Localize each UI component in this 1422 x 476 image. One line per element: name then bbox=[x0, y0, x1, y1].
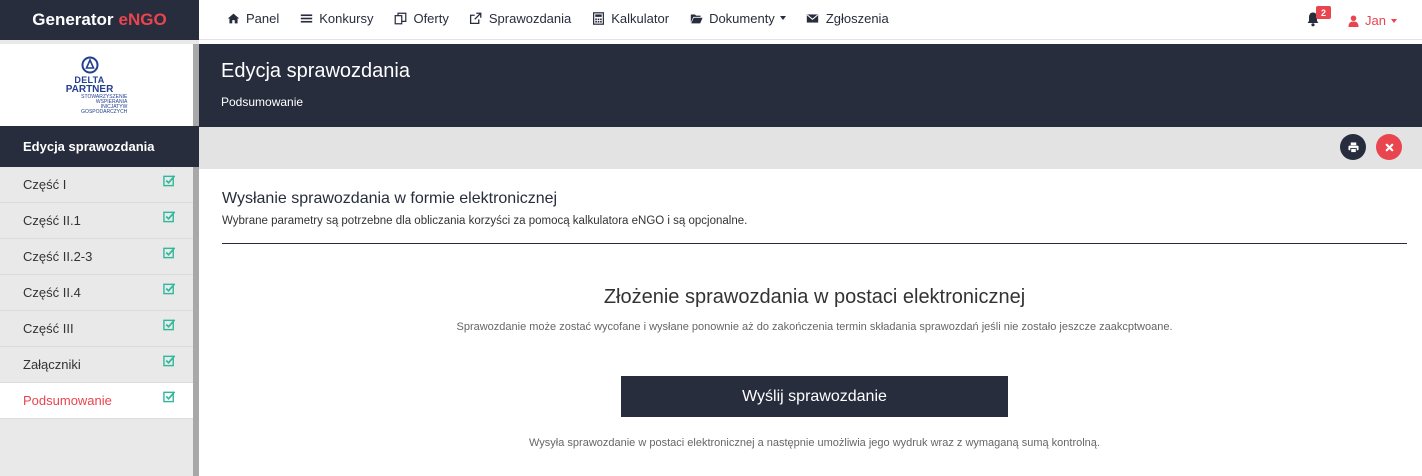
chevron-down-icon bbox=[779, 16, 786, 20]
nav-konkursy-label: Konkursy bbox=[319, 10, 374, 26]
check-square-icon bbox=[163, 319, 176, 331]
nav-zgloszenia-label: Zgłoszenia bbox=[825, 10, 889, 26]
submit-title: Złożenie sprawozdania w postaci elektron… bbox=[603, 286, 1026, 308]
folder-open-icon bbox=[689, 11, 703, 25]
check-square-icon bbox=[163, 175, 176, 187]
sidebar-heading: Edycja sprawozdania bbox=[0, 126, 199, 167]
nav-dokumenty[interactable]: Dokumenty bbox=[689, 11, 786, 26]
sidebar-item-label: Część II.1 bbox=[23, 213, 81, 228]
envelope-icon bbox=[806, 11, 820, 25]
send-button-description: Wysyła sprawozdanie w postaci elektronic… bbox=[529, 437, 1100, 449]
calculator-icon bbox=[591, 11, 605, 25]
sidebar-item-zalaczniki[interactable]: Załączniki bbox=[0, 347, 193, 383]
user-menu[interactable]: Jan bbox=[1348, 13, 1397, 28]
sidebar-item-czesc-2-4[interactable]: Część II.4 bbox=[0, 275, 193, 311]
user-icon bbox=[1348, 15, 1359, 27]
sidebar-item-label: Część I bbox=[23, 177, 67, 192]
action-toolbar bbox=[199, 127, 1422, 169]
organization-logo: DELTA PARTNER STOWARZYSZENIE WSPIERANIA … bbox=[0, 44, 193, 126]
sidebar-item-czesc-2-2-3[interactable]: Część II.2-3 bbox=[0, 239, 193, 275]
logo-text-partner: PARTNER bbox=[65, 83, 114, 95]
sidebar-list: Część I Część II.1 Część II.2-3 Część II… bbox=[0, 167, 193, 419]
sidebar-item-czesc-2-1[interactable]: Część II.1 bbox=[0, 203, 193, 239]
sidebar-item-podsumowanie[interactable]: Podsumowanie bbox=[0, 383, 193, 419]
send-report-button[interactable]: Wyślij sprawozdanie bbox=[621, 376, 1008, 417]
nav-panel-label: Panel bbox=[246, 10, 280, 26]
nav-dokumenty-label: Dokumenty bbox=[709, 10, 775, 26]
submit-description: Sprawozdanie może zostać wycofane i wysł… bbox=[456, 321, 1173, 333]
close-icon bbox=[1385, 143, 1393, 151]
check-square-icon bbox=[163, 355, 176, 367]
brand-accent: eNGO bbox=[118, 10, 167, 29]
sidebar: DELTA PARTNER STOWARZYSZENIE WSPIERANIA … bbox=[0, 40, 199, 476]
brand-logo[interactable]: Generator eNGO bbox=[0, 0, 199, 40]
sidebar-item-label: Część II.4 bbox=[23, 285, 81, 300]
page-header: Edycja sprawozdania Podsumowanie bbox=[199, 44, 1422, 127]
logo-subtext: STOWARZYSZENIE WSPIERANIA INICJATYW GOSP… bbox=[81, 93, 128, 115]
close-button[interactable] bbox=[1376, 134, 1402, 160]
external-link-icon bbox=[469, 11, 483, 25]
page-subtitle: Podsumowanie bbox=[221, 95, 304, 109]
list-icon bbox=[299, 11, 313, 25]
main-nav: Panel Konkursy Oferty Sprawozdania Kalku… bbox=[226, 0, 909, 36]
user-name: Jan bbox=[1365, 13, 1386, 28]
nav-oferty-label: Oferty bbox=[413, 10, 449, 26]
sidebar-item-czesc-1[interactable]: Część I bbox=[0, 167, 193, 203]
nav-konkursy[interactable]: Konkursy bbox=[299, 11, 373, 26]
home-icon bbox=[226, 11, 240, 25]
sidebar-item-label: Załączniki bbox=[23, 357, 81, 372]
nav-kalkulator[interactable]: Kalkulator bbox=[591, 11, 669, 26]
nav-oferty[interactable]: Oferty bbox=[393, 10, 449, 26]
sidebar-item-label: Podsumowanie bbox=[23, 393, 112, 408]
sidebar-item-czesc-3[interactable]: Część III bbox=[0, 311, 193, 347]
page-title: Edycja sprawozdania bbox=[221, 60, 410, 82]
check-square-icon bbox=[163, 283, 176, 295]
nav-sprawozdania-label: Sprawozdania bbox=[488, 10, 572, 26]
section-description: Wybrane parametry są potrzebne dla oblic… bbox=[222, 215, 748, 227]
top-navbar: Generator eNGO Panel Konkursy Oferty Spra… bbox=[0, 0, 1422, 40]
check-square-icon bbox=[163, 391, 176, 403]
print-icon bbox=[1347, 141, 1359, 153]
delta-logo-icon bbox=[81, 56, 98, 73]
nav-sprawozdania[interactable]: Sprawozdania bbox=[469, 11, 571, 26]
nav-zgloszenia[interactable]: Zgłoszenia bbox=[806, 11, 889, 26]
check-square-icon bbox=[163, 247, 176, 259]
check-square-icon bbox=[163, 211, 176, 223]
nav-kalkulator-label: Kalkulator bbox=[611, 10, 670, 26]
copy-icon bbox=[393, 11, 407, 25]
chevron-down-icon bbox=[1390, 18, 1397, 23]
print-button[interactable] bbox=[1340, 134, 1366, 160]
brand-name: Generator bbox=[32, 10, 114, 29]
sidebar-item-label: Część III bbox=[23, 321, 74, 336]
notification-badge: 2 bbox=[1316, 6, 1331, 19]
nav-panel[interactable]: Panel bbox=[226, 11, 279, 26]
section-title: Wysłanie sprawozdania w formie elektroni… bbox=[222, 190, 558, 207]
sidebar-item-label: Część II.2-3 bbox=[23, 249, 93, 264]
section-divider bbox=[222, 243, 1407, 244]
